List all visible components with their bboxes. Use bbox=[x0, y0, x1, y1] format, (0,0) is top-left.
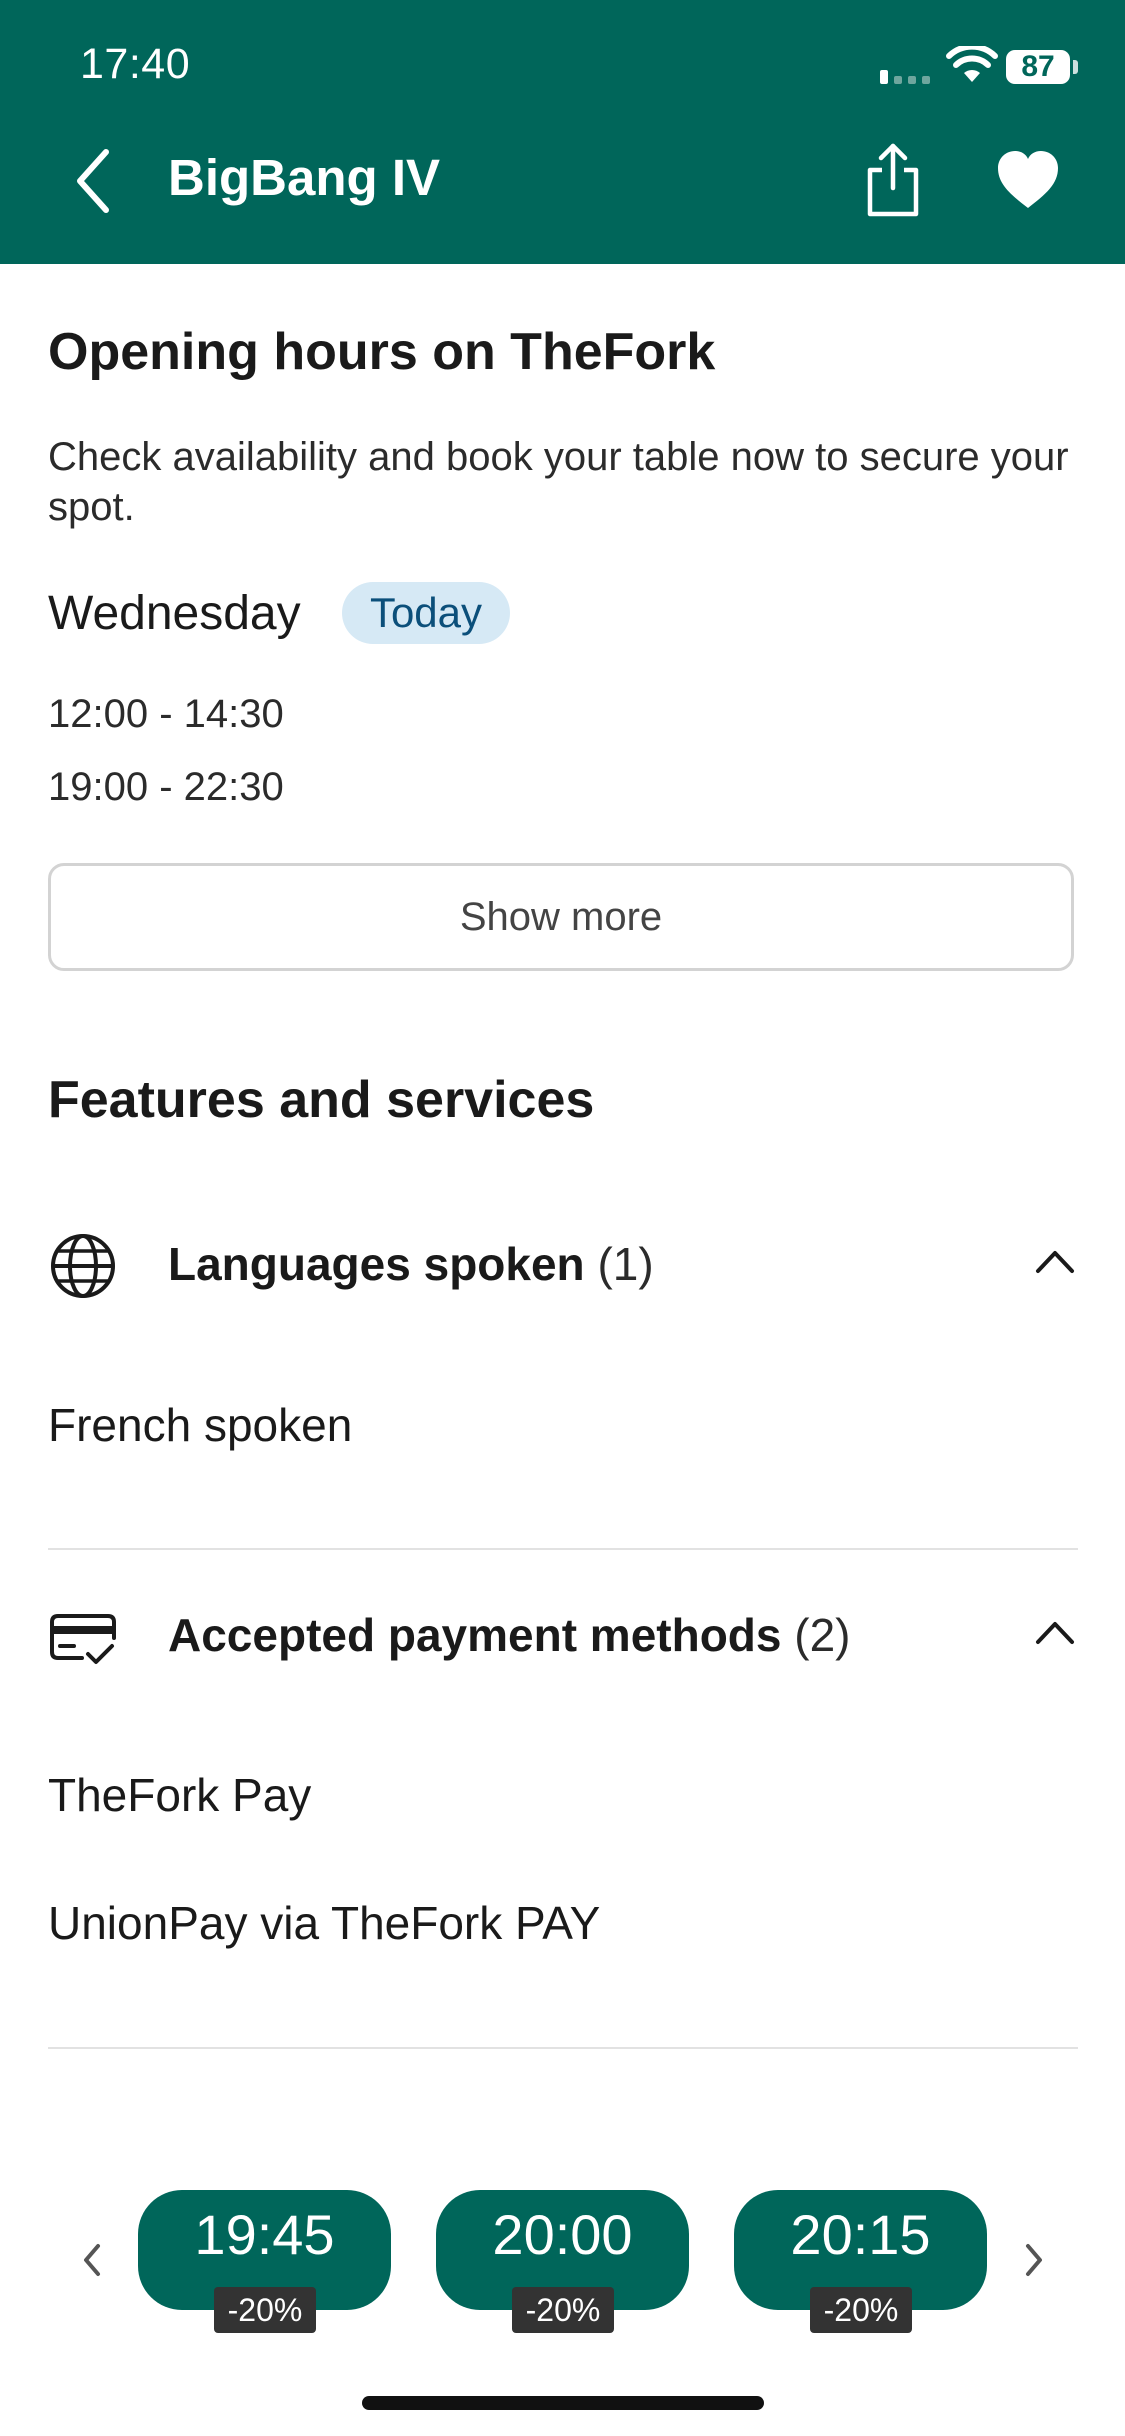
wifi-icon bbox=[946, 46, 998, 82]
discount-badge: -20% bbox=[810, 2287, 912, 2333]
hours-slot: 12:00 - 14:30 bbox=[48, 692, 284, 736]
languages-title: Languages spoken bbox=[168, 1238, 585, 1290]
languages-count: (1) bbox=[597, 1238, 654, 1290]
slot-time: 20:00 bbox=[492, 2203, 633, 2266]
battery-indicator: 87 bbox=[1006, 50, 1070, 84]
languages-section-toggle[interactable]: Languages spoken (1) bbox=[48, 1225, 1078, 1305]
day-label: Wednesday bbox=[48, 587, 301, 640]
globe-icon bbox=[51, 1234, 115, 1298]
slot-time: 19:45 bbox=[194, 2203, 335, 2266]
payment-item: UnionPay via TheFork PAY bbox=[48, 1897, 601, 1949]
battery-tip bbox=[1073, 60, 1078, 74]
opening-hours-heading: Opening hours on TheFork bbox=[48, 323, 716, 381]
chevron-up-icon[interactable] bbox=[1032, 1614, 1078, 1650]
divider bbox=[48, 2047, 1078, 2049]
slot-time: 20:15 bbox=[790, 2203, 931, 2266]
payment-item: TheFork Pay bbox=[48, 1769, 312, 1821]
share-icon[interactable] bbox=[862, 142, 924, 218]
home-indicator[interactable] bbox=[362, 2396, 764, 2410]
show-more-button[interactable]: Show more bbox=[48, 863, 1074, 971]
page-title: BigBang IV bbox=[168, 149, 441, 206]
payments-section-toggle[interactable]: Accepted payment methods (2) bbox=[48, 1596, 1078, 1676]
divider bbox=[48, 1548, 1078, 1550]
status-time: 17:40 bbox=[80, 40, 191, 88]
card-check-icon bbox=[50, 1614, 116, 1664]
back-icon[interactable] bbox=[70, 146, 120, 216]
heart-icon[interactable] bbox=[996, 150, 1060, 210]
payments-label: Accepted payment methods (2) bbox=[168, 1608, 851, 1662]
payments-count: (2) bbox=[794, 1609, 851, 1661]
chevron-right-icon[interactable] bbox=[1020, 2240, 1048, 2280]
languages-label: Languages spoken (1) bbox=[168, 1237, 654, 1291]
chevron-up-icon[interactable] bbox=[1032, 1243, 1078, 1279]
hours-slot: 19:00 - 22:30 bbox=[48, 765, 284, 809]
today-badge: Today bbox=[342, 582, 510, 644]
header: 17:40 87 BigBang IV bbox=[0, 0, 1125, 264]
language-item: French spoken bbox=[48, 1399, 353, 1451]
opening-hours-description: Check availability and book your table n… bbox=[48, 435, 1069, 529]
discount-badge: -20% bbox=[214, 2287, 316, 2333]
features-heading: Features and services bbox=[48, 1071, 595, 1129]
signal-icon bbox=[880, 70, 930, 84]
discount-badge: -20% bbox=[512, 2287, 614, 2333]
payments-title: Accepted payment methods bbox=[168, 1609, 782, 1661]
chevron-left-icon[interactable] bbox=[78, 2240, 106, 2280]
